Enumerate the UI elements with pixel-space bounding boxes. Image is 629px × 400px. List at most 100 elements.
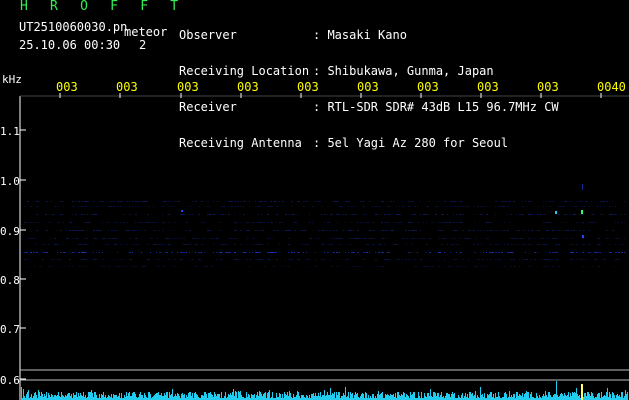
noise-bar (398, 392, 399, 400)
signal-band-pixel (486, 266, 487, 267)
signal-band-pixel (198, 238, 199, 239)
signal-band-pixel (318, 230, 320, 231)
signal-band-pixel (576, 244, 578, 245)
signal-band-pixel (558, 259, 559, 260)
signal-band-pixel (489, 252, 492, 253)
signal-band-pixel (33, 222, 35, 223)
signal-band-pixel (378, 266, 379, 267)
signal-band-pixel (27, 238, 30, 239)
noise-bar (264, 393, 265, 400)
signal-band-pixel (198, 214, 200, 215)
signal-band-pixel (195, 201, 197, 202)
signal-band-pixel (36, 252, 38, 253)
noise-bar (375, 396, 376, 400)
signal-band-pixel (459, 201, 462, 202)
signal-band-pixel (513, 244, 514, 245)
noise-bar (119, 393, 120, 400)
noise-bar (284, 392, 285, 400)
signal-band-pixel (144, 266, 146, 267)
signal-band-pixel (129, 252, 131, 253)
signal-band-pixel (168, 244, 171, 245)
signal-band-pixel (384, 222, 387, 223)
signal-band-pixel (198, 252, 201, 253)
signal-band-pixel (348, 230, 351, 231)
file-name: UT2510060030.pn (19, 20, 128, 34)
signal-band-pixel (168, 201, 171, 202)
signal-band-pixel (522, 244, 524, 245)
noise-bar (302, 395, 303, 400)
signal-band-pixel (477, 230, 479, 231)
signal-band-pixel (429, 266, 432, 267)
noise-bar (208, 393, 209, 400)
signal-band-pixel (231, 201, 233, 202)
noise-bar (285, 394, 286, 400)
noise-bar (499, 396, 500, 400)
signal-band-pixel (33, 238, 35, 239)
signal-band-pixel (414, 214, 416, 215)
noise-bar (312, 394, 313, 400)
signal-band-pixel (192, 214, 193, 215)
noise-bar (35, 392, 36, 400)
signal-band-pixel (624, 201, 626, 202)
signal-band-pixel (513, 252, 514, 253)
signal-band-pixel (234, 259, 237, 260)
signal-band-pixel (606, 230, 608, 231)
noise-bar (75, 395, 76, 400)
signal-band-pixel (357, 266, 360, 267)
signal-band-pixel (252, 222, 254, 223)
signal-band-pixel (351, 214, 354, 215)
signal-band-pixel (336, 222, 337, 223)
signal-band-pixel (351, 230, 354, 231)
signal-band-pixel (594, 252, 597, 253)
noise-bar (296, 395, 297, 400)
noise-bar (92, 393, 93, 400)
signal-band-pixel (177, 252, 178, 253)
noise-bar (625, 390, 626, 400)
signal-band-pixel (612, 206, 613, 207)
signal-band-pixel (408, 222, 411, 223)
signal-band-pixel (375, 252, 376, 253)
signal-band-pixel (315, 201, 317, 202)
signal-band-pixel (87, 214, 88, 215)
signal-band-pixel (69, 230, 72, 231)
signal-band-pixel (453, 244, 455, 245)
noise-bar (145, 395, 146, 400)
noise-bar (438, 393, 439, 400)
signal-band-pixel (483, 206, 485, 207)
noise-bar (622, 392, 623, 400)
signal-band-pixel (576, 206, 578, 207)
signal-band-pixel (72, 238, 73, 239)
noise-bar (76, 392, 77, 400)
signal-band-pixel (282, 222, 284, 223)
noise-bar (391, 395, 392, 400)
noise-bar (124, 395, 125, 400)
signal-band-pixel (564, 214, 567, 215)
signal-band-pixel (345, 259, 348, 260)
signal-band-pixel (111, 266, 112, 267)
noise-bar (561, 393, 562, 400)
signal-band-pixel (363, 259, 366, 260)
noise-bar (58, 392, 59, 400)
signal-band-pixel (36, 214, 38, 215)
signal-band-pixel (249, 206, 250, 207)
signal-band-pixel (279, 201, 280, 202)
signal-band-pixel (618, 244, 619, 245)
signal-band-pixel (582, 206, 585, 207)
signal-band-pixel (579, 214, 582, 215)
signal-band-pixel (456, 252, 457, 253)
noise-bar (610, 394, 611, 400)
signal-band-pixel (546, 201, 547, 202)
signal-band-pixel (300, 244, 301, 245)
noise-bar (471, 394, 472, 400)
signal-band-pixel (66, 230, 67, 231)
signal-band-pixel (372, 238, 375, 239)
signal-band-pixel (123, 222, 125, 223)
signal-band-pixel (165, 252, 168, 253)
noise-bar (477, 395, 478, 400)
noise-bar (412, 394, 413, 400)
signal-band-pixel (396, 222, 398, 223)
noise-bar (197, 395, 198, 400)
signal-band-pixel (345, 222, 346, 223)
signal-band-pixel (114, 259, 115, 260)
signal-band-pixel (543, 244, 546, 245)
